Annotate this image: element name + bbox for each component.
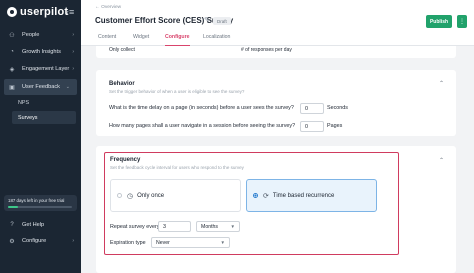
- repeat-label: Repeat survey every: [110, 224, 160, 230]
- expiration-label: Expiration type: [110, 240, 146, 246]
- frequency-title: Frequency: [110, 157, 141, 163]
- radio-only-once[interactable]: [117, 193, 122, 198]
- sidebar-item-people[interactable]: ⚇ People ›: [0, 27, 81, 43]
- refresh-icon: ⟳: [263, 192, 269, 200]
- sidebar-item-label: Configure: [22, 238, 47, 244]
- time-delay-unit: Seconds: [327, 105, 348, 111]
- sidebar-subitem-label: Surveys: [18, 114, 38, 121]
- page-header: ← Overview Customer Effort Score (CES) S…: [81, 0, 474, 46]
- expiration-value: Never: [156, 239, 170, 246]
- collapse-frequency-icon[interactable]: ⌃: [439, 157, 444, 164]
- clock-icon: ◷: [127, 192, 134, 200]
- chevron-right-icon: ›: [72, 49, 74, 55]
- chevron-right-icon: ›: [72, 66, 74, 72]
- tab-widget[interactable]: Widget: [133, 34, 149, 46]
- layers-icon: ◈: [9, 66, 15, 73]
- sidebar-item-label: User Feedback: [22, 84, 60, 90]
- expiration-select[interactable]: Never ▼: [151, 237, 230, 248]
- sidebar-subitem-label: NPS: [18, 99, 30, 106]
- people-icon: ⚇: [9, 32, 15, 39]
- repeat-unit-value: Months: [201, 223, 219, 230]
- tab-configure[interactable]: Configure: [165, 34, 190, 46]
- feedback-icon: ▣: [9, 84, 15, 91]
- response-limit-label: Only collect: [109, 47, 135, 53]
- tab-content[interactable]: Content: [98, 34, 116, 46]
- repeat-value-input[interactable]: 3: [158, 221, 191, 232]
- chevron-down-icon: ⌄: [65, 84, 70, 90]
- sidebar-item-label: People: [22, 32, 40, 38]
- collapse-behavior-icon[interactable]: ⌃: [439, 80, 444, 87]
- page-count-input[interactable]: 0: [300, 121, 324, 132]
- publish-button[interactable]: Publish: [426, 15, 452, 28]
- time-delay-input[interactable]: 0: [300, 103, 324, 114]
- behavior-section: Behavior Set the trigger behavior of whe…: [96, 70, 456, 136]
- sidebar: userpilot ‹≡ ⚇ People › ◔ Growth Insight…: [0, 0, 81, 273]
- more-options-icon[interactable]: ⋮: [457, 15, 467, 28]
- trial-text: 187 days left in your free trial: [8, 198, 65, 203]
- sidebar-item-user-feedback[interactable]: ▣ User Feedback ⌄: [4, 79, 77, 95]
- sidebar-item-engagement-layer[interactable]: ◈ Engagement Layer ›: [0, 61, 81, 77]
- tab-localization[interactable]: Localization: [203, 34, 230, 46]
- frequency-highlight-box: Frequency Set the feedback cycle interva…: [104, 152, 399, 255]
- sidebar-item-label: Get Help: [22, 222, 45, 228]
- sidebar-item-get-help[interactable]: ? Get Help: [0, 217, 81, 233]
- sidebar-subitem-surveys[interactable]: Surveys: [12, 111, 76, 124]
- edit-title-icon[interactable]: ✎: [204, 16, 210, 24]
- logo-icon: [7, 7, 17, 17]
- back-link[interactable]: ← Overview: [95, 5, 121, 10]
- sidebar-item-configure[interactable]: ⚙ Configure ›: [0, 233, 81, 249]
- collapse-sidebar-icon[interactable]: ‹≡: [66, 7, 74, 17]
- status-badge: Draft: [213, 17, 231, 25]
- repeat-unit-select[interactable]: Months ▼: [196, 221, 240, 232]
- logo-text: userpilot: [20, 6, 69, 18]
- sidebar-subitem-nps[interactable]: NPS: [12, 96, 76, 109]
- help-icon: ?: [10, 222, 14, 228]
- gear-icon: ⚙: [9, 238, 15, 245]
- trial-progress-bar: [8, 206, 72, 208]
- sidebar-item-label: Engagement Layer: [22, 66, 70, 72]
- response-limit-unit: # of responses per day: [241, 47, 292, 53]
- chevron-down-icon: ▼: [220, 240, 225, 245]
- option-time-based-recurrence[interactable]: ⟳ Time based recurrence: [246, 179, 377, 212]
- chevron-right-icon: ›: [72, 32, 74, 38]
- insights-icon: ◔: [10, 49, 14, 55]
- page-count-unit: Pages: [327, 123, 343, 129]
- behavior-subtitle: Set the trigger behavior of when a user …: [109, 89, 245, 94]
- chevron-down-icon: ▼: [230, 224, 235, 229]
- radio-time-based[interactable]: [253, 193, 258, 198]
- behavior-title: Behavior: [109, 81, 135, 87]
- option-only-once[interactable]: ◷ Only once: [110, 179, 241, 212]
- sidebar-item-growth-insights[interactable]: ◔ Growth Insights ›: [0, 44, 81, 60]
- trial-banner[interactable]: 187 days left in your free trial: [4, 195, 77, 211]
- response-limit-row: Only collect # of responses per day: [96, 46, 456, 58]
- option-time-based-label: Time based recurrence: [272, 192, 335, 199]
- frequency-subtitle: Set the feedback cycle interval for user…: [110, 165, 244, 170]
- chevron-right-icon: ›: [72, 238, 74, 244]
- trial-progress-fill: [8, 206, 18, 208]
- sidebar-item-label: Growth Insights: [22, 49, 61, 55]
- page-count-label: How many pages shall a user navigate in …: [109, 123, 296, 129]
- option-only-once-label: Only once: [137, 192, 165, 199]
- logo[interactable]: userpilot: [7, 6, 68, 18]
- time-delay-label: What is the time delay on a page (in sec…: [109, 105, 294, 111]
